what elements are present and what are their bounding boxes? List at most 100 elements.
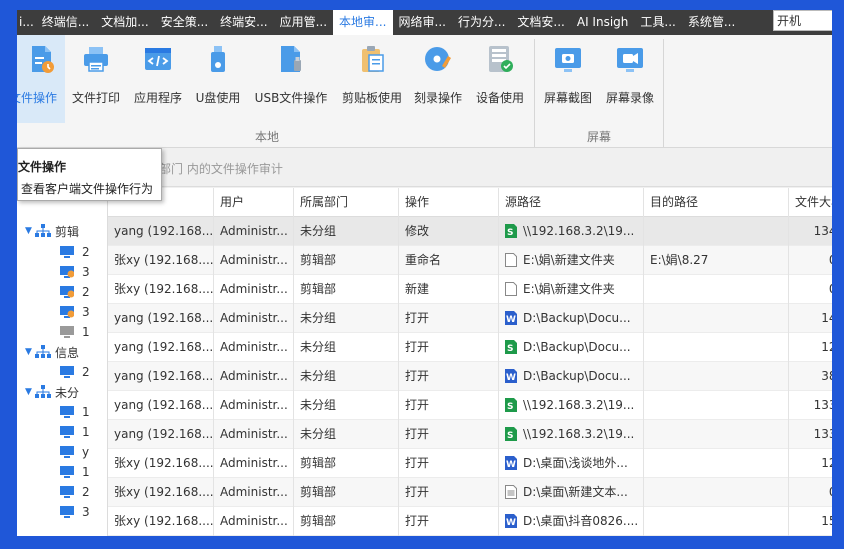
col-header-file-size[interactable]: 文件大小 (789, 188, 832, 217)
table-row[interactable]: 张xy (192.168.... Administr... 剪辑部 打开 D:\桌面\新… (108, 478, 832, 507)
filter-description: 部门 内的文件操作审计 (159, 162, 283, 176)
device-icon (489, 46, 513, 72)
table-row[interactable]: 张xy (192.168.... Administr... 剪辑部 新建 E:\娟\新建… (108, 275, 832, 304)
device-usage-button[interactable]: 设备使用 (473, 35, 527, 123)
tab-terminal-info[interactable]: 终端信... (36, 10, 95, 35)
computer-warning-icon (60, 265, 74, 278)
usb-file-button[interactable]: USB文件操作 (253, 35, 329, 123)
cell-department: 剪辑部 (294, 449, 399, 478)
tab-local-audit[interactable]: 本地审... (333, 10, 393, 35)
col-header-user[interactable]: 用户 (214, 188, 294, 217)
tree-leaf[interactable]: 2 (60, 282, 90, 302)
tree-leaf[interactable]: 2 (60, 362, 90, 382)
tree-leaf[interactable]: 2 (60, 242, 90, 262)
table-row[interactable]: 张xy (192.168.... Administr... 剪辑部 打开 W D:\桌面\… (108, 507, 832, 536)
tab-terminal-security[interactable]: 终端安... (214, 10, 273, 35)
tree-leaf-label: 2 (82, 285, 90, 299)
tab-doc-encrypt[interactable]: 文档加... (95, 10, 154, 35)
clipboard-label: 剪贴板使用 (341, 91, 402, 105)
svg-text:S: S (507, 431, 513, 441)
cell-source-path: E:\娟\新建文件夹 (499, 275, 644, 304)
tree-leaf[interactable]: 1 (60, 402, 90, 422)
tab-network-audit[interactable]: 网络审... (393, 10, 452, 35)
cell-department: 未分组 (294, 391, 399, 420)
clipboard-button[interactable]: 剪贴板使用 (339, 35, 405, 123)
file-print-button[interactable]: 文件打印 (69, 35, 123, 123)
cell-computer: 张xy (192.168.... (108, 478, 214, 507)
application-button[interactable]: 应用程序 (131, 35, 185, 123)
cell-computer: 张xy (192.168.... (108, 449, 214, 478)
table-row[interactable]: yang (192.168.... Administr... 未分组 打开 S \\192… (108, 420, 832, 449)
disc-burn-label: 刻录操作 (413, 91, 462, 105)
tree-group[interactable]: ▼ 信息 (25, 342, 79, 362)
expand-arrow-icon[interactable]: ▼ (25, 226, 35, 236)
cell-source-path: W D:\桌面\抖音0826.... (499, 507, 644, 536)
cell-user: Administr... (214, 391, 294, 420)
tree-leaf-label: 1 (82, 405, 90, 419)
disc-burn-button[interactable]: 刻录操作 (411, 35, 465, 123)
cell-file-size: 38.6 (789, 362, 832, 391)
table-row[interactable]: yang (192.168.... Administr... 未分组 打开 S D:\Ba… (108, 333, 832, 362)
cell-operation: 打开 (399, 362, 499, 391)
screenshot-icon (555, 48, 581, 72)
source-path-text: D:\Backup\Docu... (523, 340, 631, 354)
expand-arrow-icon[interactable]: ▼ (25, 387, 35, 397)
screenshot-button[interactable]: 屏幕截图 (540, 35, 596, 123)
cell-user: Administr... (214, 420, 294, 449)
cell-file-size: 14.0 (789, 304, 832, 333)
tree-group[interactable]: ▼ 剪辑 (25, 221, 79, 241)
tree-leaf[interactable]: 2 (60, 482, 90, 502)
tab-tools[interactable]: 工具... (634, 10, 681, 35)
col-header-department[interactable]: 所属部门 (294, 188, 399, 217)
cell-department: 未分组 (294, 217, 399, 246)
tree-leaf[interactable]: 3 (60, 502, 90, 522)
table-row[interactable]: yang (192.168.... Administr... 未分组 修改 S \\192… (108, 217, 832, 246)
table-row[interactable]: 张xy (192.168.... Administr... 剪辑部 打开 W D:\桌面\… (108, 449, 832, 478)
file-operation-button[interactable]: 文件操作 (17, 35, 65, 123)
cell-source-path: E:\娟\新建文件夹 (499, 246, 644, 275)
cell-computer: yang (192.168.... (108, 362, 214, 391)
tree-leaf[interactable]: 1 (60, 422, 90, 442)
svg-text:W: W (506, 518, 516, 528)
table-row[interactable]: yang (192.168.... Administr... 未分组 打开 S \\192… (108, 391, 832, 420)
usb-drive-icon (211, 46, 225, 72)
tree-leaf[interactable]: 3 (60, 302, 90, 322)
tree-leaf[interactable]: y (60, 442, 89, 462)
file-print-label: 文件打印 (71, 91, 120, 105)
cell-operation: 打开 (399, 507, 499, 536)
col-header-operation[interactable]: 操作 (399, 188, 499, 217)
tab-security-policy[interactable]: 安全策... (155, 10, 214, 35)
svg-text:W: W (506, 460, 516, 470)
cell-source-path: D:\桌面\新建文本... (499, 478, 644, 507)
search-input[interactable] (773, 10, 832, 31)
tree-leaf[interactable]: 1 (60, 462, 90, 482)
tab-ai-insight[interactable]: AI Insigh (571, 10, 635, 35)
svg-text:S: S (507, 344, 513, 354)
screen-record-button[interactable]: 屏幕录像 (602, 35, 658, 123)
table-row[interactable]: 张xy (192.168.... Administr... 剪辑部 重命名 E:\娟\新… (108, 246, 832, 275)
tab-doc-security[interactable]: 文档安... (511, 10, 570, 35)
tab-system-management[interactable]: 系统管... (682, 10, 741, 35)
tree-leaf[interactable]: 1 (60, 322, 90, 342)
ribbon-separator (534, 39, 535, 147)
excel-file-icon: S (505, 339, 517, 354)
text-file-icon (505, 484, 517, 499)
device-usage-label: 设备使用 (475, 91, 524, 105)
tree-leaf[interactable]: 3 (60, 262, 90, 282)
usb-drive-button[interactable]: U盘使用 (193, 35, 243, 123)
blank-file-icon (505, 252, 517, 267)
cell-department: 剪辑部 (294, 507, 399, 536)
table-row[interactable]: yang (192.168.... Administr... 未分组 打开 W D:\Ba… (108, 304, 832, 333)
source-path-text: D:\桌面\抖音0826.... (523, 514, 639, 528)
col-header-source-path[interactable]: 源路径 (499, 188, 644, 217)
table-row[interactable]: yang (192.168.... Administr... 未分组 打开 W D:\Ba… (108, 362, 832, 391)
group-label-screen: 屏幕 (587, 130, 612, 144)
tab-app-management[interactable]: 应用管... (274, 10, 333, 35)
table-header: 用户 所属部门 操作 源路径 目的路径 文件大小 (108, 188, 832, 217)
tab-0[interactable]: i... (17, 10, 36, 35)
printer-icon (84, 47, 108, 72)
expand-arrow-icon[interactable]: ▼ (25, 347, 35, 357)
tab-behavior-analysis[interactable]: 行为分... (452, 10, 511, 35)
col-header-dest-path[interactable]: 目的路径 (644, 188, 789, 217)
tree-group[interactable]: ▼ 未分 (25, 382, 79, 402)
